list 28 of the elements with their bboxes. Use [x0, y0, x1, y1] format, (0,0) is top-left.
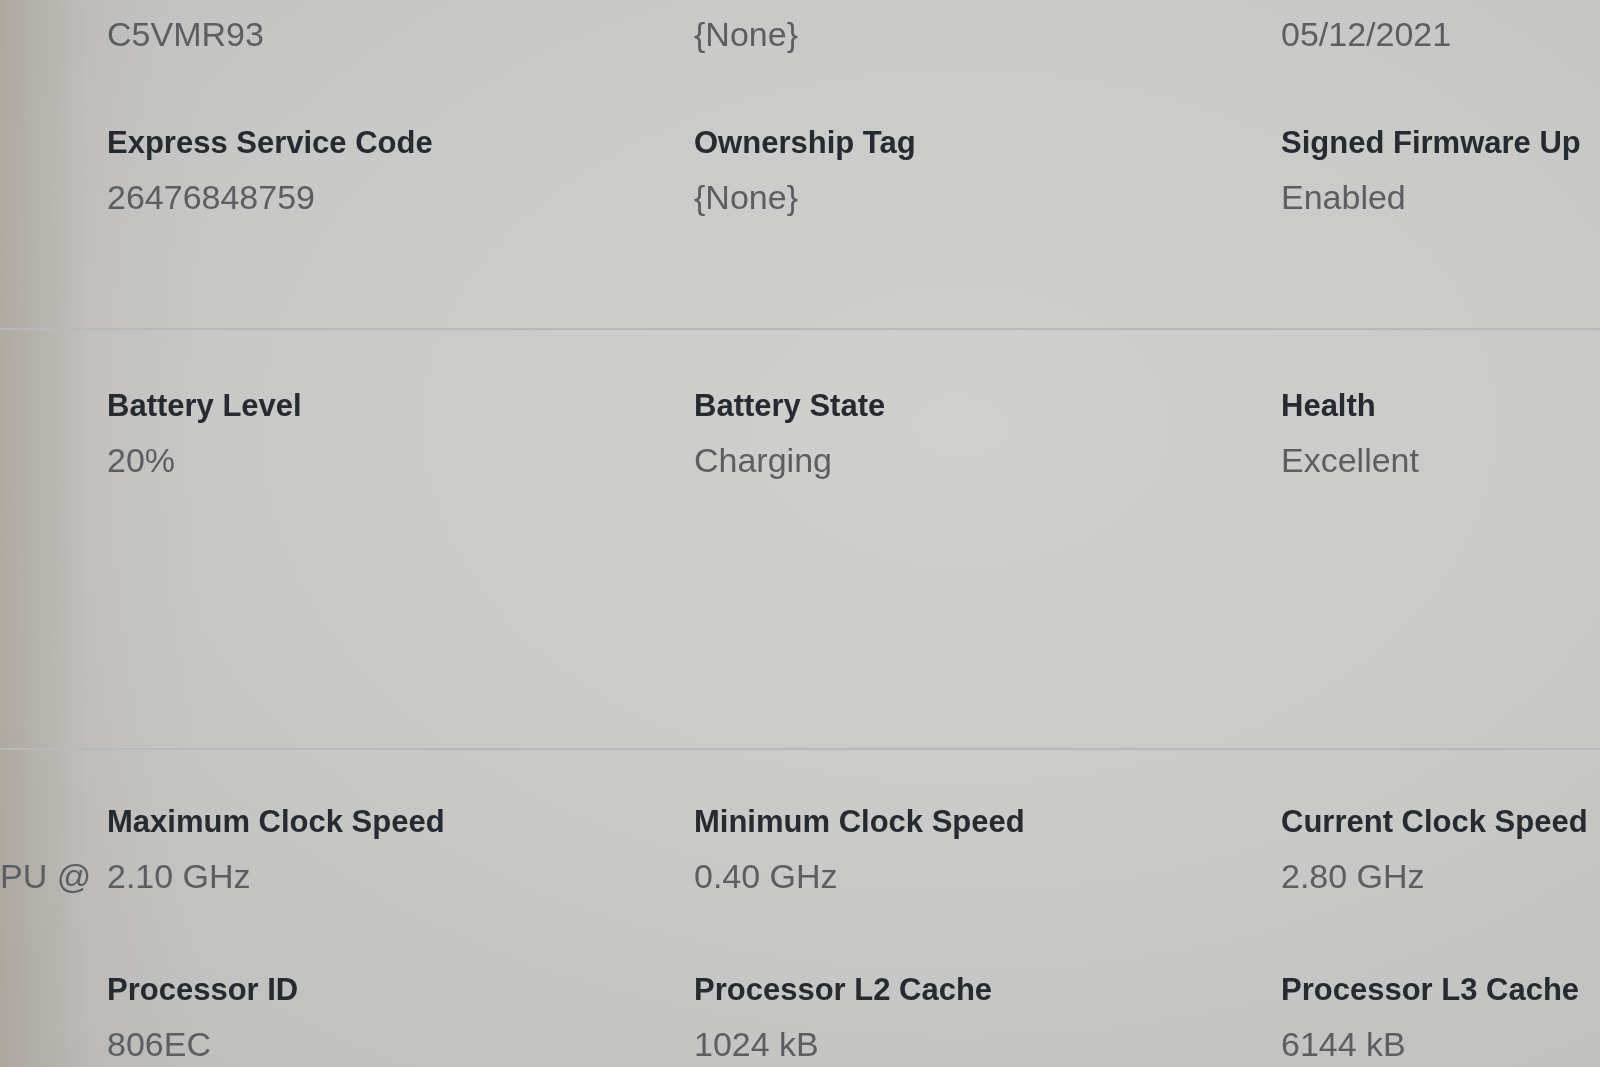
field-label: Current Clock Speed: [1281, 803, 1588, 841]
field-label: Maximum Clock Speed: [107, 803, 445, 841]
field-value: Excellent: [1281, 440, 1419, 481]
field-label: Signed Firmware Up: [1281, 124, 1581, 162]
field-value: 26476848759: [107, 177, 315, 218]
field-value: 1024 kB: [694, 1024, 819, 1065]
field-label: Battery Level: [107, 387, 302, 425]
field-label: Ownership Tag: [694, 124, 916, 162]
field-value: C5VMR93: [107, 14, 264, 55]
field-value: 6144 kB: [1281, 1024, 1406, 1065]
field-value: {None}: [694, 177, 798, 218]
field-value: Enabled: [1281, 177, 1406, 218]
field-label: Express Service Code: [107, 124, 433, 162]
field-value: 20%: [107, 440, 176, 481]
field-value: 05/12/2021: [1281, 14, 1452, 55]
field-value: 806EC: [107, 1024, 211, 1065]
field-value: 0.40 GHz: [694, 856, 838, 897]
field-label: Processor L3 Cache: [1281, 971, 1580, 1009]
field-value: Charging: [694, 440, 832, 481]
field-label: Battery State: [694, 387, 886, 425]
field-label: Processor ID: [107, 971, 299, 1009]
field-value: {None}: [694, 14, 798, 55]
cut-off-text: PU @: [0, 856, 92, 897]
field-label: Minimum Clock Speed: [694, 803, 1025, 841]
field-value: 2.10 GHz: [107, 856, 251, 897]
field-value: 2.80 GHz: [1281, 856, 1425, 897]
field-label: Health: [1281, 387, 1376, 425]
field-label: Processor L2 Cache: [694, 971, 993, 1009]
